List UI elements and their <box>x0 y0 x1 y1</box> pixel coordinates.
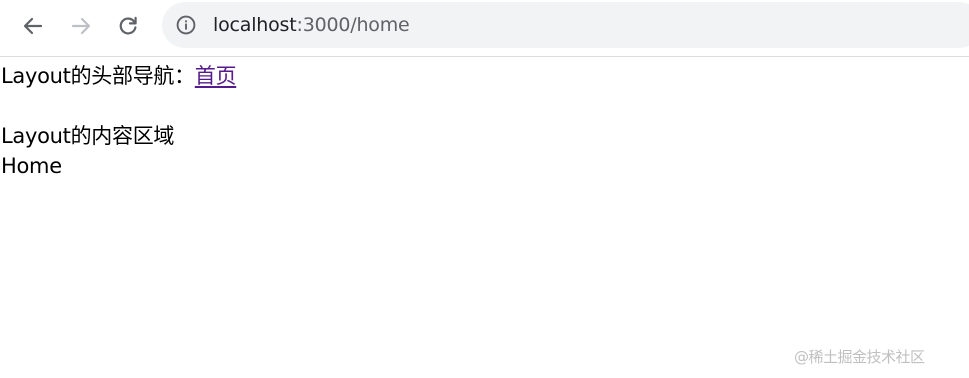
forward-arrow-icon <box>71 17 91 35</box>
back-arrow-icon <box>23 17 43 35</box>
back-button[interactable] <box>16 9 50 43</box>
route-content: Home <box>1 154 62 178</box>
browser-toolbar: localhost:3000/home <box>0 0 969 57</box>
url-text[interactable]: localhost:3000/home <box>213 13 410 37</box>
reload-icon <box>119 16 137 35</box>
site-info-icon[interactable] <box>176 15 196 35</box>
url-host: localhost <box>213 14 297 36</box>
layout-header-nav: Layout的头部导航：首页 <box>1 62 237 90</box>
reload-button[interactable] <box>111 9 145 43</box>
address-bar[interactable]: localhost:3000/home <box>162 2 969 48</box>
watermark: @稀土掘金技术社区 <box>794 348 925 366</box>
layout-content-area-label: Layout的内容区域 <box>1 124 175 148</box>
forward-button[interactable] <box>64 9 98 43</box>
header-nav-label: Layout的头部导航： <box>1 64 195 88</box>
url-path: :3000/home <box>296 14 410 36</box>
home-link[interactable]: 首页 <box>195 64 237 88</box>
